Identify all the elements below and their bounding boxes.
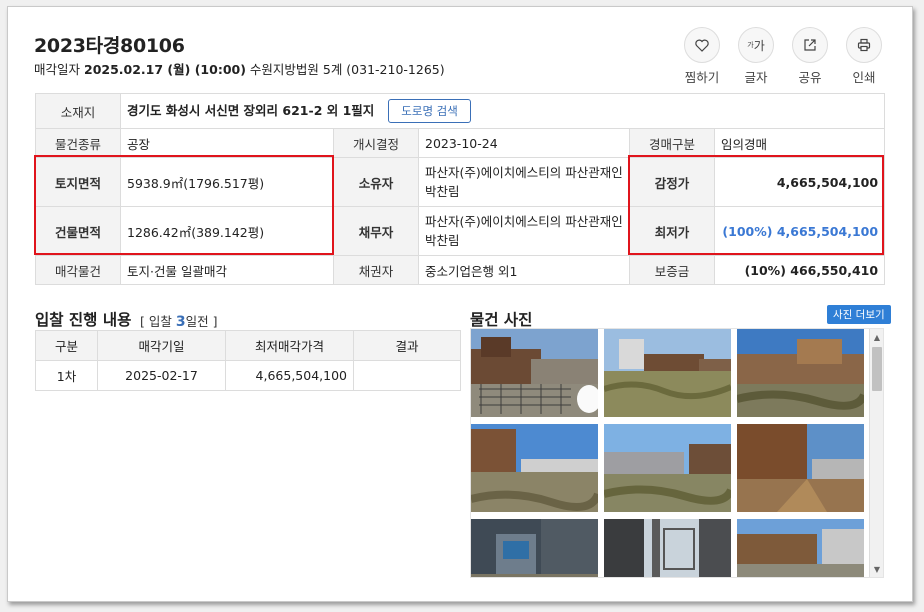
property-photo[interactable]: [471, 329, 598, 417]
property-type: 공장: [120, 128, 334, 158]
bid-header-result: 결과: [353, 330, 461, 361]
bid-days-count: 3: [175, 314, 186, 330]
table-row: 1차 2025-02-17 4,665,504,100: [35, 360, 461, 391]
bid-price: 4,665,504,100: [225, 360, 354, 391]
building-area: 1286.42㎡(389.142평): [120, 206, 334, 256]
location-label: 소재지: [35, 93, 121, 129]
land-area-label: 토지면적: [35, 157, 121, 207]
favorite-button[interactable]: 찜하기: [684, 27, 720, 86]
property-photo[interactable]: [604, 424, 731, 512]
deposit: (10%) 466,550,410: [713, 255, 886, 285]
font-size-icon: 가가: [738, 27, 774, 63]
property-info-table: 소재지 경기도 화성시 서신면 장외리 621-2 외 1필지 도로명 검색 물…: [35, 93, 886, 285]
font-size-label: 글자: [744, 70, 768, 85]
case-number: 2023타경80106: [34, 35, 185, 57]
bid-history-table: 구분 매각기일 최저매각가격 결과 1차 2025-02-17 4,665,50…: [35, 330, 461, 391]
bid-result: [353, 360, 461, 391]
gallery-scrollbar[interactable]: ▲ ▼: [869, 329, 883, 577]
action-bar: 찜하기 가가 글자 공유 인쇄: [684, 27, 882, 86]
auction-type-label: 경매구분: [629, 128, 715, 158]
property-photo[interactable]: [737, 424, 864, 512]
debtor: 파산자(주)에이치에스티의 파산관재인 박찬림: [418, 206, 630, 256]
font-size-button[interactable]: 가가 글자: [738, 27, 774, 86]
owner: 파산자(주)에이치에스티의 파산관재인 박찬림: [418, 157, 630, 207]
bid-days-suffix: 일전 ]: [185, 314, 218, 329]
creditor-label: 채권자: [333, 255, 419, 285]
photo-gallery: ▲ ▼: [470, 328, 884, 578]
auction-detail-card: 2023타경80106 매각일자 2025.02.17 (월) (10:00) …: [7, 6, 913, 602]
debtor-label: 채무자: [333, 206, 419, 256]
share-icon: [792, 27, 828, 63]
court-info: 수원지방법원 5계 (031-210-1265): [249, 62, 445, 77]
heart-icon: [684, 27, 720, 63]
scroll-up-icon[interactable]: ▲: [870, 331, 883, 345]
start-decision-label: 개시결정: [333, 128, 419, 158]
appraisal-label: 감정가: [629, 157, 715, 207]
property-photo[interactable]: [737, 329, 864, 417]
sale-item-label: 매각물건: [35, 255, 121, 285]
bid-days-prefix: [ 입찰: [140, 314, 172, 329]
owner-label: 소유자: [333, 157, 419, 207]
more-photos-button[interactable]: 사진 더보기: [827, 305, 891, 324]
sale-date-label: 매각일자: [34, 62, 81, 77]
auction-type: 임의경매: [713, 128, 886, 158]
sale-info: 매각일자 2025.02.17 (월) (10:00) 수원지방법원 5계 (0…: [34, 59, 445, 78]
property-photo[interactable]: [604, 329, 731, 417]
bid-header-round: 구분: [35, 330, 98, 361]
start-decision-date: 2023-10-24: [418, 128, 630, 158]
print-button[interactable]: 인쇄: [846, 27, 882, 86]
building-area-label: 건물면적: [35, 206, 121, 256]
bid-progress-title: 입찰 진행 내용: [35, 311, 132, 329]
share-label: 공유: [798, 70, 822, 85]
photos-title: 물건 사진: [470, 311, 533, 329]
bid-days-remaining: [ 입찰 3일전 ]: [140, 311, 217, 330]
min-price: (100%) 4,665,504,100: [713, 206, 886, 256]
property-photo[interactable]: [737, 519, 864, 577]
sale-item: 토지·건물 일괄매각: [120, 255, 334, 285]
creditor: 중소기업은행 외1: [418, 255, 630, 285]
share-button[interactable]: 공유: [792, 27, 828, 86]
property-photo[interactable]: [604, 519, 731, 577]
print-icon: [846, 27, 882, 63]
bid-header-price: 최저매각가격: [225, 330, 354, 361]
road-name-search-button[interactable]: 도로명 검색: [388, 99, 471, 123]
bid-header-date: 매각기일: [97, 330, 226, 361]
deposit-label: 보증금: [629, 255, 715, 285]
sale-date: 2025.02.17 (월) (10:00): [84, 62, 246, 77]
scroll-down-icon[interactable]: ▼: [870, 563, 883, 577]
property-photo[interactable]: [471, 424, 598, 512]
scrollbar-thumb[interactable]: [872, 347, 882, 391]
location-address: 경기도 화성시 서신면 장외리 621-2 외 1필지: [127, 103, 375, 118]
property-type-label: 물건종류: [35, 128, 121, 158]
bid-date: 2025-02-17: [97, 360, 226, 391]
favorite-label: 찜하기: [684, 70, 720, 85]
land-area: 5938.9㎡(1796.517평): [120, 157, 334, 207]
appraisal-price: 4,665,504,100: [713, 157, 886, 207]
bid-round: 1차: [35, 360, 98, 391]
property-photo[interactable]: [471, 519, 598, 577]
location-cell: 경기도 화성시 서신면 장외리 621-2 외 1필지 도로명 검색: [119, 93, 886, 129]
print-label: 인쇄: [852, 70, 876, 85]
min-price-label: 최저가: [629, 206, 715, 256]
